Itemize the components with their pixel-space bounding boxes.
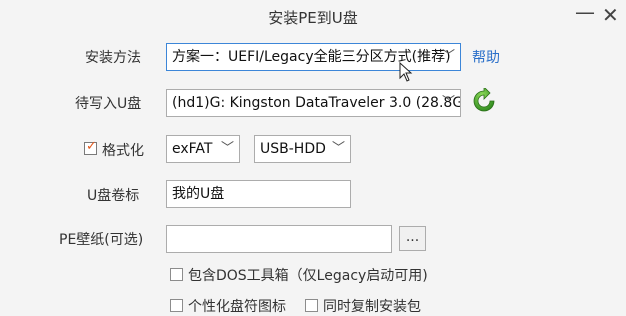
minimize-button[interactable]: — <box>575 2 595 22</box>
wallpaper-path-input[interactable] <box>166 225 392 253</box>
chevron-down-icon: ﹀ <box>442 49 456 64</box>
boot-mode-value: USB-HDD <box>260 141 326 157</box>
wallpaper-path-field[interactable] <box>172 227 386 251</box>
check-icon: ✓ <box>86 139 97 154</box>
volume-label-input[interactable]: 我的U盘 <box>166 180 351 208</box>
volume-label-label: U盘卷标 <box>87 188 140 204</box>
chevron-down-icon: ﹀ <box>221 141 235 156</box>
title-bar: 安装PE到U盘 — ✕ <box>0 0 626 34</box>
copy-installer-checkbox[interactable] <box>305 299 318 312</box>
boot-mode-select[interactable]: USB-HDD ﹀ <box>254 135 351 163</box>
install-method-select[interactable]: 方案一：UEFI/Legacy全能三分区方式(推荐) ﹀ <box>166 43 461 71</box>
volume-label-value: 我的U盘 <box>172 186 225 202</box>
install-method-label: 安装方法 <box>85 50 141 66</box>
chevron-down-icon: ﹀ <box>442 95 456 110</box>
include-dos-checkbox[interactable] <box>170 268 183 281</box>
wallpaper-label: PE壁纸(可选) <box>59 232 144 248</box>
browse-button[interactable]: ... <box>399 226 426 251</box>
include-dos-label: 包含DOS工具箱（仅Legacy启动可用) <box>188 268 428 284</box>
target-disk-value: (hd1)G: Kingston DataTraveler 3.0 (28.8G <box>172 95 461 111</box>
custom-icon-label: 个性化盘符图标 <box>188 299 286 315</box>
chevron-down-icon: ﹀ <box>332 141 346 156</box>
copy-installer-label: 同时复制安装包 <box>323 299 421 315</box>
custom-icon-checkbox[interactable] <box>170 299 183 312</box>
filesystem-value: exFAT <box>172 141 213 157</box>
format-checkbox[interactable]: ✓ <box>84 139 97 155</box>
mouse-cursor-icon <box>399 62 413 82</box>
refresh-icon[interactable] <box>471 88 497 114</box>
format-label: 格式化 <box>102 143 144 159</box>
filesystem-select[interactable]: exFAT ﹀ <box>166 135 240 163</box>
help-link[interactable]: 帮助 <box>472 47 500 67</box>
target-disk-label: 待写入U盘 <box>75 96 142 112</box>
target-disk-select[interactable]: (hd1)G: Kingston DataTraveler 3.0 (28.8G… <box>166 89 461 117</box>
window-title: 安装PE到U盘 <box>268 9 358 27</box>
close-button[interactable]: ✕ <box>602 5 619 25</box>
